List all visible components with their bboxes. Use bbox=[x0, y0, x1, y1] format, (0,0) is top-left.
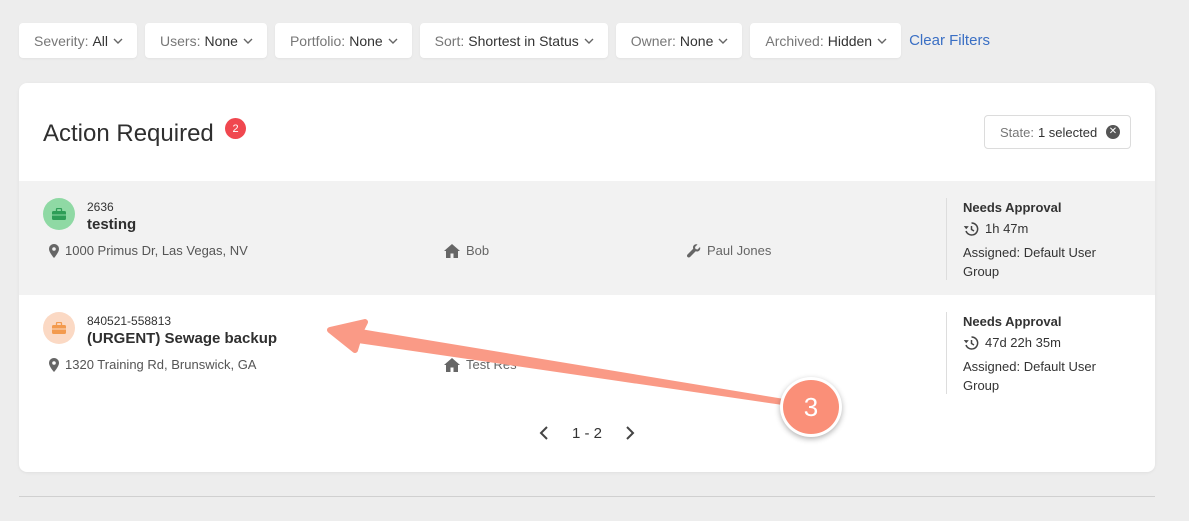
address: 1000 Primus Dr, Las Vegas, NV bbox=[49, 243, 248, 258]
filter-value: None bbox=[349, 32, 383, 49]
divider bbox=[946, 198, 947, 280]
action-required-card: Action Required 2 State: 1 selected ✕ 26… bbox=[19, 83, 1155, 472]
assigned-group: Assigned: Default User Group bbox=[963, 245, 1096, 279]
briefcase-icon bbox=[52, 322, 66, 334]
state-filter-value: 1 selected bbox=[1037, 124, 1098, 140]
chevron-right-icon bbox=[626, 426, 635, 440]
map-pin-icon bbox=[49, 357, 59, 372]
chevron-down-icon bbox=[718, 38, 728, 44]
sort-filter[interactable]: Sort: Shortest in Status bbox=[419, 23, 608, 58]
page-range: 1 - 2 bbox=[571, 424, 602, 442]
address-text: 1320 Training Rd, Brunswick, GA bbox=[65, 357, 257, 372]
filter-key: Severity: bbox=[34, 32, 89, 49]
work-order-title: (URGENT) Sewage backup bbox=[87, 330, 278, 347]
time-in-status: 47d 22h 35m bbox=[963, 335, 1061, 350]
wrench-icon bbox=[687, 243, 701, 258]
map-pin-icon bbox=[49, 243, 59, 258]
chevron-down-icon bbox=[584, 38, 594, 44]
filter-value: Shortest in Status bbox=[468, 32, 579, 49]
history-icon bbox=[963, 335, 979, 350]
work-order-row[interactable]: 2636 testing 1000 Primus Dr, Las Vegas, … bbox=[19, 181, 1155, 295]
chevron-down-icon bbox=[243, 38, 253, 44]
owner-filter[interactable]: Owner: None bbox=[615, 23, 743, 58]
status-label: Needs Approval bbox=[963, 314, 1062, 329]
briefcase-icon bbox=[52, 208, 66, 220]
status-label: Needs Approval bbox=[963, 200, 1062, 215]
chevron-left-icon bbox=[539, 426, 548, 440]
filter-bar: Severity: All Users: None Portfolio: Non… bbox=[19, 23, 990, 58]
filter-key: Users: bbox=[160, 32, 201, 49]
archived-filter[interactable]: Archived: Hidden bbox=[750, 23, 902, 58]
filter-value: Hidden bbox=[827, 32, 873, 49]
address: 1320 Training Rd, Brunswick, GA bbox=[49, 357, 256, 372]
work-order-number: 2636 bbox=[87, 200, 114, 214]
history-icon bbox=[963, 221, 979, 236]
page-divider bbox=[19, 496, 1155, 497]
filter-value: None bbox=[679, 32, 714, 49]
portfolio-filter[interactable]: Portfolio: None bbox=[274, 23, 412, 58]
card-title: Action Required bbox=[43, 120, 214, 147]
filter-key: Archived: bbox=[765, 32, 824, 49]
elapsed-text: 1h 47m bbox=[985, 221, 1029, 236]
address-text: 1000 Primus Dr, Las Vegas, NV bbox=[65, 243, 248, 258]
step-number-badge: 3 bbox=[780, 377, 842, 437]
clear-filters-link[interactable]: Clear Filters bbox=[909, 32, 990, 49]
resident: Bob bbox=[444, 243, 489, 258]
state-filter-chip[interactable]: State: 1 selected ✕ bbox=[984, 115, 1131, 149]
home-icon bbox=[444, 357, 460, 372]
chevron-down-icon bbox=[877, 38, 887, 44]
severity-filter[interactable]: Severity: All bbox=[19, 23, 138, 58]
filter-key: Portfolio: bbox=[289, 32, 346, 49]
technician-name: Paul Jones bbox=[707, 243, 772, 258]
work-order-number: 840521-558813 bbox=[87, 314, 172, 328]
work-order-status-icon bbox=[43, 198, 75, 230]
work-order-status-icon bbox=[43, 312, 75, 344]
filter-value: None bbox=[204, 32, 238, 49]
resident: Test Res bbox=[444, 357, 517, 372]
elapsed-text: 47d 22h 35m bbox=[985, 335, 1061, 350]
filter-key: Owner: bbox=[630, 32, 676, 49]
previous-page-button[interactable] bbox=[534, 423, 554, 443]
count-badge: 2 bbox=[225, 118, 246, 139]
work-order-row[interactable]: 840521-558813 (URGENT) Sewage backup 132… bbox=[19, 295, 1155, 409]
close-icon[interactable]: ✕ bbox=[1106, 125, 1120, 139]
resident-name: Bob bbox=[466, 243, 490, 258]
chevron-down-icon bbox=[388, 38, 398, 44]
technician: Paul Jones bbox=[687, 243, 771, 258]
pagination: 1 - 2 bbox=[19, 423, 1155, 443]
next-page-button[interactable] bbox=[620, 423, 640, 443]
filter-key: Sort: bbox=[434, 32, 465, 49]
users-filter[interactable]: Users: None bbox=[145, 23, 267, 58]
filter-value: All bbox=[92, 32, 109, 49]
work-order-title: testing bbox=[87, 216, 137, 233]
chevron-down-icon bbox=[113, 38, 123, 44]
home-icon bbox=[444, 243, 460, 258]
divider bbox=[946, 312, 947, 394]
time-in-status: 1h 47m bbox=[963, 221, 1028, 236]
assigned-group: Assigned: Default User Group bbox=[963, 359, 1096, 393]
resident-name: Test Res bbox=[466, 357, 517, 372]
state-filter-key: State: bbox=[1000, 124, 1034, 140]
